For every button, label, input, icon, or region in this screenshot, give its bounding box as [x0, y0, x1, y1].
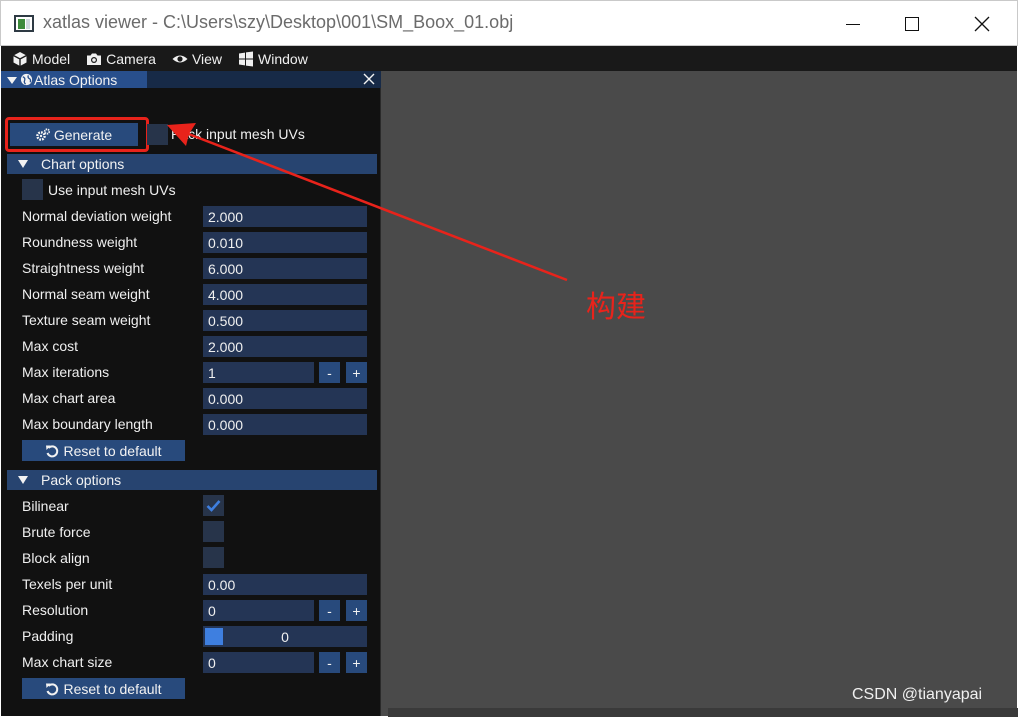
max-iterations-input[interactable]: 1 — [203, 362, 314, 383]
panel-title-bar[interactable]: Atlas Options — [1, 71, 381, 88]
max-boundary-length-input[interactable]: 0.000 — [203, 414, 367, 435]
maximize-button[interactable] — [889, 1, 935, 47]
normal-seam-weight-label: Normal seam weight — [22, 286, 150, 302]
normal-deviation-weight-label: Normal deviation weight — [22, 208, 172, 224]
texture-seam-weight-label: Texture seam weight — [22, 312, 151, 328]
cube-icon — [13, 51, 27, 66]
pack-reset-label: Reset to default — [63, 680, 162, 697]
eye-icon — [172, 55, 188, 62]
title-bar: xatlas viewer - C:\Users\szy\Desktop\001… — [0, 0, 1018, 46]
panel-title-bar-fill — [147, 71, 381, 88]
window-title: xatlas viewer - C:\Users\szy\Desktop\001… — [43, 12, 514, 32]
globe-icon — [20, 73, 33, 86]
bilinear-label: Bilinear — [22, 498, 69, 514]
menu-window[interactable]: Window — [238, 46, 308, 71]
roundness-weight-input[interactable]: 0.010 — [203, 232, 367, 253]
pack-options-header[interactable]: Pack options — [7, 470, 377, 490]
minimize-button[interactable] — [830, 1, 876, 47]
max-cost-label: Max cost — [22, 338, 79, 354]
max-boundary-length-label: Max boundary length — [22, 416, 153, 432]
use-input-uvs-checkbox[interactable] — [22, 179, 43, 200]
resolution-label: Resolution — [22, 602, 89, 618]
resolution-increment[interactable]: + — [346, 600, 367, 621]
atlas-options-panel: Atlas Options Generate Pack input mesh U… — [1, 71, 381, 716]
max-chart-area-label: Max chart area — [22, 390, 116, 406]
brute-force-label: Brute force — [22, 524, 91, 540]
padding-slider[interactable]: 0 — [203, 626, 367, 647]
expand-triangle-icon — [18, 160, 28, 168]
menu-view-label: View — [191, 50, 223, 67]
texture-seam-weight-input[interactable]: 0.500 — [203, 310, 367, 331]
normal-seam-weight-input[interactable]: 4.000 — [203, 284, 367, 305]
pack-input-uvs-checkbox[interactable] — [147, 124, 168, 145]
resolution-decrement[interactable]: - — [319, 600, 340, 621]
checkmark-icon — [206, 500, 221, 512]
undo-icon — [46, 444, 59, 457]
menu-camera[interactable]: Camera — [86, 46, 156, 71]
max-chart-size-label: Max chart size — [22, 654, 113, 670]
straightness-weight-label: Straightness weight — [22, 260, 145, 276]
expand-triangle-icon — [18, 476, 28, 484]
collapse-triangle-icon[interactable] — [5, 73, 19, 87]
windows-icon — [239, 51, 254, 66]
maximize-icon — [905, 17, 919, 31]
chart-reset-button[interactable]: Reset to default — [22, 440, 185, 461]
straightness-weight-input[interactable]: 6.000 — [203, 258, 367, 279]
minimize-icon — [846, 23, 860, 25]
padding-label: Padding — [22, 628, 74, 644]
resolution-input[interactable]: 0 — [203, 600, 314, 621]
bottom-edge-strip — [388, 708, 1018, 717]
max-iterations-decrement[interactable]: - — [319, 362, 340, 383]
texels-per-unit-input[interactable]: 0.00 — [203, 574, 367, 595]
texels-per-unit-label: Texels per unit — [22, 576, 113, 592]
app-icon — [14, 15, 34, 32]
max-cost-input[interactable]: 2.000 — [203, 336, 367, 357]
pack-reset-button[interactable]: Reset to default — [22, 678, 185, 699]
menu-camera-label: Camera — [106, 50, 156, 67]
chart-reset-label: Reset to default — [63, 442, 162, 459]
3d-viewport[interactable] — [382, 71, 1017, 716]
use-input-uvs-label: Use input mesh UVs — [48, 182, 176, 198]
menu-model-label: Model — [32, 50, 71, 67]
panel-title: Atlas Options — [20, 72, 117, 88]
panel-title-tab[interactable]: Atlas Options — [1, 71, 147, 88]
close-icon — [974, 16, 990, 32]
max-chart-area-input[interactable]: 0.000 — [203, 388, 367, 409]
padding-slider-value: 0 — [281, 628, 289, 645]
max-chart-size-decrement[interactable]: - — [319, 652, 340, 673]
menu-bar: Model Camera View Window — [1, 46, 1017, 71]
pack-options-title: Pack options — [41, 472, 122, 488]
max-chart-size-input[interactable]: 0 — [203, 652, 314, 673]
pack-input-uvs-label: Pack input mesh UVs — [171, 126, 305, 142]
max-iterations-increment[interactable]: + — [346, 362, 367, 383]
watermark: CSDN @tianyapai — [852, 686, 983, 703]
menu-model[interactable]: Model — [12, 46, 70, 71]
normal-deviation-weight-input[interactable]: 2.000 — [203, 206, 367, 227]
menu-window-label: Window — [258, 50, 308, 67]
close-window-button[interactable] — [959, 1, 1005, 47]
annotation-text: 构建 — [586, 290, 646, 325]
block-align-label: Block align — [22, 550, 90, 566]
brute-force-checkbox[interactable] — [203, 521, 224, 542]
bilinear-checkbox[interactable] — [203, 495, 224, 516]
undo-icon — [46, 682, 59, 695]
panel-title-label: Atlas Options — [34, 71, 118, 88]
menu-view[interactable]: View — [172, 46, 222, 71]
camera-icon — [87, 53, 102, 65]
chart-options-header[interactable]: Chart options — [7, 154, 377, 174]
max-iterations-label: Max iterations — [22, 364, 110, 380]
app-client-area: Model Camera View Window Atlas Options G… — [1, 46, 1017, 716]
chart-options-title: Chart options — [41, 156, 125, 172]
max-chart-size-increment[interactable]: + — [346, 652, 367, 673]
block-align-checkbox[interactable] — [203, 547, 224, 568]
roundness-weight-label: Roundness weight — [22, 234, 138, 250]
close-icon[interactable] — [362, 72, 376, 86]
annotation-highlight-box — [5, 117, 149, 152]
